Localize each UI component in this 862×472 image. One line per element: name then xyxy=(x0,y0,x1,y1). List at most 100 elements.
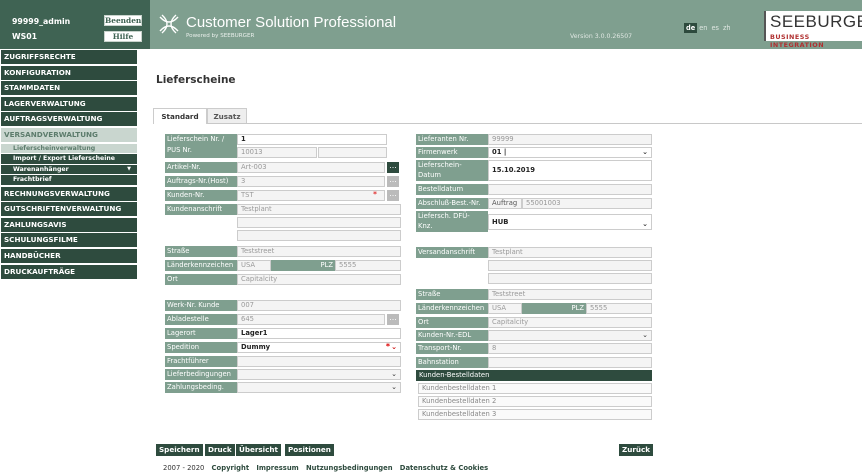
kundenbestelldaten-1[interactable]: Kundenbestelldaten 1 xyxy=(418,383,652,394)
required-icon: * xyxy=(385,342,390,351)
submenu-warenanhaenger[interactable]: Warenanhänger ▼ xyxy=(1,164,137,175)
lang-de[interactable]: de xyxy=(684,23,698,33)
artikel-lookup-button[interactable]: ... xyxy=(387,162,399,173)
abschluss-field[interactable]: 55001003 xyxy=(522,198,652,209)
menu-konfiguration[interactable]: KONFIGURATION xyxy=(1,65,137,80)
lagerort-field[interactable]: Lager1 xyxy=(237,328,401,339)
brand-subtitle: BUSINESS INTEGRATION xyxy=(770,33,825,49)
anschrift-field[interactable]: Testplant xyxy=(237,204,401,215)
footer: 2007 - 2020 Copyright Impressum Nutzungs… xyxy=(163,464,488,472)
pus-nr-field[interactable]: 10013 xyxy=(237,147,317,158)
submenu-lieferscheinverwaltung[interactable]: Lieferscheinverwaltung xyxy=(1,143,137,154)
firmenwerk-select[interactable]: 01 | ⌄ xyxy=(488,147,652,158)
auftrag-lookup-button[interactable]: ... xyxy=(387,176,399,187)
footer-privacy-link[interactable]: Datenschutz & Cookies xyxy=(400,464,488,472)
abschluss-type-field[interactable]: Auftrag xyxy=(488,198,522,209)
label-plz: PLZ xyxy=(271,260,335,271)
overview-button[interactable]: Übersicht xyxy=(236,444,281,456)
anschrift-line2-field[interactable] xyxy=(237,217,401,228)
menu-druckauftraege[interactable]: DRUCKAUFTRÄGE xyxy=(1,264,137,279)
footer-copyright-link[interactable]: Copyright xyxy=(212,464,250,472)
powered-by: Powered by SEEBURGER xyxy=(186,33,255,39)
app-header: Customer Solution Professional Powered b… xyxy=(150,0,862,49)
required-icon: * xyxy=(373,190,377,199)
artikel-field[interactable]: Art-003 xyxy=(237,162,385,173)
chevron-down-icon: ▼ xyxy=(127,165,131,172)
menu-gutschriftenverwaltung[interactable]: GUTSCHRIFTENVERWALTUNG xyxy=(1,202,137,217)
label-versand: Versandanschrift xyxy=(416,247,488,258)
strasse-field[interactable]: Teststreet xyxy=(237,246,401,257)
positions-button[interactable]: Positionen xyxy=(285,444,334,456)
workstation: WS01 xyxy=(12,32,38,41)
main-menu: ZUGRIFFSRECHTE KONFIGURATION STAMMDATEN … xyxy=(0,50,150,280)
pus-nr-extra-field[interactable] xyxy=(318,147,387,158)
werk-field[interactable]: 007 xyxy=(237,300,401,311)
lang-zh[interactable]: zh xyxy=(721,23,733,33)
print-button[interactable]: Druck xyxy=(205,444,235,456)
spedition-value: Dummy xyxy=(241,343,271,351)
footer-terms-link[interactable]: Nutzungsbedingungen xyxy=(306,464,393,472)
lieferbed-select[interactable]: ⌄ xyxy=(237,369,401,380)
kundenbestelldaten-2[interactable]: Kundenbestelldaten 2 xyxy=(418,396,652,407)
logout-button[interactable]: Beenden xyxy=(104,15,142,26)
menu-handbuecher[interactable]: HANDBÜCHER xyxy=(1,248,137,263)
land-field[interactable]: USA xyxy=(237,260,271,271)
ablade-field[interactable]: 645 xyxy=(237,314,385,325)
dfu-select[interactable]: HUB ⌄ xyxy=(488,214,652,230)
menu-zugriffsrechte[interactable]: ZUGRIFFSRECHTE xyxy=(1,50,137,64)
footer-impressum-link[interactable]: Impressum xyxy=(256,464,298,472)
label-lagerort: Lagerort xyxy=(165,328,237,339)
r-strasse-field[interactable]: Teststreet xyxy=(488,289,652,300)
menu-auftragsverwaltung[interactable]: AUFTRAGSVERWALTUNG xyxy=(1,112,137,127)
label-dfu-2: Knz. xyxy=(418,222,433,230)
versand-line2-field[interactable] xyxy=(488,260,652,271)
versand-line3-field[interactable] xyxy=(488,273,652,284)
fracht-field[interactable] xyxy=(237,356,401,367)
label-zahlbed: Zahlungsbeding. xyxy=(165,382,237,393)
kunden-lookup-button[interactable]: ... xyxy=(387,190,399,201)
label-strasse: Straße xyxy=(165,246,237,257)
label-abschluss: Abschluß-Best.-Nr. xyxy=(416,198,488,209)
lieferant-field[interactable]: 99999 xyxy=(488,134,652,145)
menu-lagerverwaltung[interactable]: LAGERVERWALTUNG xyxy=(1,96,137,111)
bestelldatum-field[interactable] xyxy=(488,184,652,195)
kunden-field[interactable]: TST * xyxy=(237,190,385,201)
menu-stammdaten[interactable]: STAMMDATEN xyxy=(1,81,137,96)
save-button[interactable]: Speichern xyxy=(156,444,203,456)
spedition-select[interactable]: Dummy * ⌄ xyxy=(237,342,401,353)
ablade-lookup-button[interactable]: ... xyxy=(387,314,399,325)
r-ort-field[interactable]: Capitalcity xyxy=(488,317,652,328)
chevron-down-icon: ⌄ xyxy=(391,370,397,378)
plz-field[interactable]: 5555 xyxy=(335,260,401,271)
r-land-field[interactable]: USA xyxy=(488,303,522,314)
submenu-frachtbrief[interactable]: Frachtbrief xyxy=(1,175,137,185)
ort-field[interactable]: Capitalcity xyxy=(237,274,401,285)
menu-versandverwaltung[interactable]: VERSANDVERWALTUNG xyxy=(1,127,137,142)
transport-field[interactable]: 8 xyxy=(488,343,652,354)
bahn-field[interactable] xyxy=(488,357,652,368)
auftrag-field[interactable]: 3 xyxy=(237,176,385,187)
anschrift-line3-field[interactable] xyxy=(237,230,401,241)
menu-rechnungsverwaltung[interactable]: RECHNUNGSVERWALTUNG xyxy=(1,186,137,201)
label-bestelldatum: Bestelldatum xyxy=(416,184,488,195)
edl-select[interactable]: ⌄ xyxy=(488,330,652,341)
tab-standard[interactable]: Standard xyxy=(153,108,207,124)
lang-es[interactable]: es xyxy=(709,23,721,33)
r-plz-field[interactable]: 5555 xyxy=(586,303,652,314)
session-panel: 99999_admin WS01 Beenden Hilfe xyxy=(0,0,150,49)
back-button[interactable]: Zurück xyxy=(619,444,654,456)
kundenbestelldaten-3[interactable]: Kundenbestelldaten 3 xyxy=(418,409,652,420)
app-logo-icon xyxy=(159,14,179,34)
lieferschein-nr-field[interactable]: 1 xyxy=(237,134,387,145)
zahlbed-select[interactable]: ⌄ xyxy=(237,382,401,393)
label-land: Länderkennzeichen xyxy=(165,260,237,271)
versand-field[interactable]: Testplant xyxy=(488,247,652,258)
help-button[interactable]: Hilfe xyxy=(104,31,142,42)
tab-zusatz[interactable]: Zusatz xyxy=(207,108,247,124)
lang-en[interactable]: en xyxy=(697,23,709,33)
submenu-warenanhaenger-label: Warenanhänger xyxy=(13,165,69,173)
menu-zahlungsavis[interactable]: ZAHLUNGSAVIS xyxy=(1,217,137,232)
menu-schulungsfilme[interactable]: SCHULUNGSFILME xyxy=(1,233,137,248)
submenu-import-export[interactable]: Import / Export Lieferscheine xyxy=(1,154,137,164)
datum-field[interactable]: 15.10.2019 xyxy=(488,160,652,181)
